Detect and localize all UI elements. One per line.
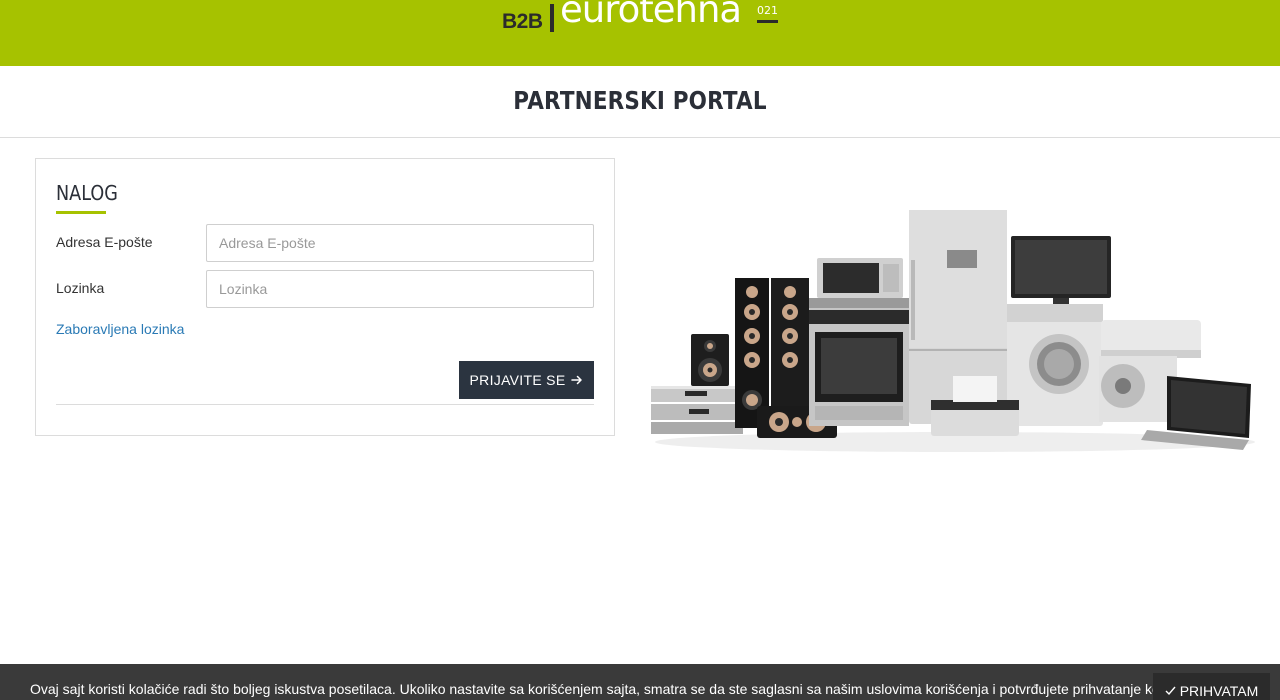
password-field[interactable] — [206, 270, 594, 308]
logo-sup-text: 021 — [757, 4, 778, 17]
eurotehna-logo[interactable]: B2B eurotehna 021 — [500, 0, 790, 36]
title-underline — [56, 211, 106, 214]
logo-brand-text: eurotehna — [560, 0, 742, 31]
login-button[interactable]: PRIJAVITE SE — [459, 361, 594, 399]
login-button-label: PRIJAVITE SE — [469, 372, 566, 388]
accept-cookies-button[interactable]: PRIHVATAM — [1153, 673, 1270, 700]
television — [1011, 236, 1111, 304]
email-label: Adresa E-pošte — [56, 234, 153, 250]
logo-b2b-text: B2B — [502, 10, 543, 33]
password-label: Lozinka — [56, 280, 105, 296]
cookie-consent-bar: Ovaj sajt koristi kolačiće radi što bolj… — [0, 664, 1280, 700]
title-band: PARTNERSKI PORTAL — [0, 66, 1280, 138]
logo-divider — [550, 4, 554, 32]
cooking-range — [809, 298, 909, 426]
logo-sup-underline — [757, 20, 778, 23]
cookie-text: Ovaj sajt koristi kolačiće radi što bolj… — [30, 681, 1200, 697]
av-receivers — [651, 386, 743, 434]
login-card: NALOG Adresa E-pošte Lozinka Zaboravljen… — [35, 158, 615, 436]
washing-machine — [1007, 304, 1103, 426]
forgot-password-link[interactable]: Zaboravljena lozinka — [56, 321, 184, 337]
microwave — [817, 258, 903, 298]
appliances-hero-image — [651, 210, 1255, 452]
check-icon — [1165, 686, 1176, 696]
arrow-right-icon — [571, 375, 583, 385]
bookshelf-speaker — [691, 334, 729, 386]
top-header-bar: B2B eurotehna 021 — [0, 0, 1280, 66]
tower-speaker-right — [771, 278, 809, 428]
tower-speaker-left — [735, 278, 769, 428]
accept-cookies-label: PRIHVATAM — [1179, 683, 1259, 699]
login-card-title: NALOG — [56, 181, 118, 205]
page-title: PARTNERSKI PORTAL — [513, 86, 767, 115]
card-divider — [56, 404, 594, 405]
email-field[interactable] — [206, 224, 594, 262]
